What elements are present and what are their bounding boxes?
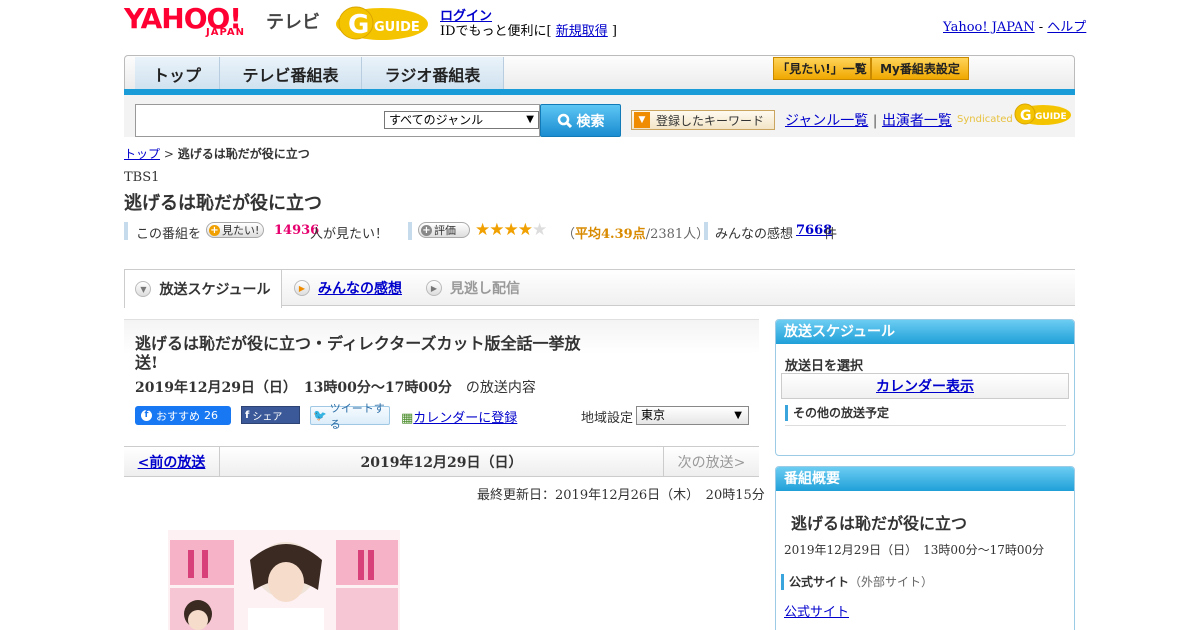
genre-select[interactable]: すべてのジャンル ▼: [384, 111, 539, 129]
gguide-logo[interactable]: G GUIDE: [334, 4, 432, 42]
nav-tab-tv-guide[interactable]: テレビ番組表: [220, 57, 362, 90]
event-title: 逃げるは恥だが役に立つ・ディレクターズカット版全話一挙放送!: [135, 334, 581, 372]
star-filled-icon: ★: [503, 220, 519, 240]
breadcrumb: トップ > 逃げるは恥だが役に立つ: [124, 147, 310, 161]
rating-stars: ★★★★★: [475, 220, 547, 240]
registered-keyword-button[interactable]: ▼ 登録したキーワード: [631, 110, 775, 130]
login-subtext: IDでもっと便利に[ 新規取得 ]: [440, 24, 617, 39]
help-link[interactable]: ヘルプ: [1047, 20, 1086, 35]
divider: [124, 222, 128, 240]
play-icon: ▶: [426, 280, 442, 296]
next-broadcast-link[interactable]: 次の放送>: [663, 447, 759, 476]
tab-schedule[interactable]: ▼ 放送スケジュール: [124, 270, 282, 308]
overview-date: 2019年12月29日（日） 13時00分～17時00分: [784, 543, 1045, 557]
facebook-icon: f: [245, 409, 250, 421]
sidebar-schedule-heading: 放送スケジュール: [776, 320, 1074, 344]
plus-icon: +: [209, 224, 220, 236]
divider: [704, 222, 708, 240]
facebook-icon: f: [141, 410, 152, 421]
prev-broadcast-link[interactable]: <前の放送: [124, 447, 220, 476]
rating-summary: （平均4.39点/2381人）: [562, 227, 710, 242]
register-link[interactable]: 新規取得: [556, 24, 608, 39]
star-filled-icon: ★: [489, 220, 504, 240]
this-program-label: この番組を: [136, 227, 202, 242]
last-updated: 最終更新日：2019年12月26日（木） 20時15分: [477, 488, 765, 503]
pager-current-date: 2019年12月29日（日）: [360, 454, 523, 471]
svg-text:G: G: [348, 10, 369, 40]
facebook-share-button[interactable]: f シェア: [241, 406, 300, 424]
play-icon: ▶: [294, 280, 310, 296]
divider: [785, 425, 1066, 426]
twitter-bird-icon: 🐦: [313, 409, 327, 422]
star-empty-icon: ★: [532, 220, 547, 240]
gguide-small-icon: Syndicated G GUIDE: [957, 103, 1071, 125]
gguide-logo-icon: G GUIDE: [336, 6, 428, 40]
program-stats: この番組を + 見たい! 14936 人が見たい！ + 評価 ★★★★★ （平均4.…: [124, 220, 924, 242]
program-poster-image: [168, 530, 400, 630]
mitai-suffix: 人が見たい！: [310, 227, 389, 242]
broadcast-pager: <前の放送 2019年12月29日（日） 次の放送>: [124, 446, 759, 477]
performer-list-link[interactable]: 出演者一覧: [882, 113, 952, 129]
breadcrumb-current: 逃げるは恥だが役に立つ: [177, 147, 310, 161]
event-date: 2019年12月29日（日） 13時00分～17時00分 の放送内容: [135, 380, 536, 396]
chevron-down-icon: ▼: [135, 281, 152, 297]
svg-text:Syndicated: Syndicated: [957, 114, 1013, 125]
tab-streaming[interactable]: ▶ 見逃し配信: [426, 270, 520, 306]
calendar-display-button[interactable]: カレンダー表示: [781, 373, 1069, 399]
tab-impressions[interactable]: ▶ みんなの感想: [294, 270, 402, 306]
rate-button[interactable]: + 評価: [418, 222, 470, 238]
mitai-button[interactable]: + 見たい!: [206, 222, 265, 238]
choose-date-label: 放送日を選択: [785, 359, 864, 374]
breadcrumb-top-link[interactable]: トップ: [124, 147, 160, 161]
mitai-list-button[interactable]: 「見たい!」一覧: [773, 57, 871, 80]
calendar-icon: ▦: [401, 411, 414, 426]
yahoo-japan-link[interactable]: Yahoo! JAPAN: [943, 20, 1035, 35]
other-schedule-heading: その他の放送予定: [785, 405, 889, 421]
yahoo-japan-logo-sub: JAPAN: [206, 27, 245, 38]
my-guide-settings-button[interactable]: My番組表設定: [871, 57, 969, 80]
region-label: 地域設定: [581, 411, 634, 426]
syndicated-gguide-logo: Syndicated G GUIDE: [957, 103, 1072, 129]
tweet-button[interactable]: 🐦 ツイートする: [310, 402, 390, 431]
page-title: 逃げるは恥だが役に立つ: [124, 193, 322, 214]
header-links: Yahoo! JAPAN - ヘルプ: [943, 20, 1087, 35]
dropdown-arrow-icon: ▼: [634, 112, 650, 128]
search-icon: [557, 113, 572, 128]
facebook-like-button[interactable]: f おすすめ 26: [135, 406, 231, 425]
svg-text:GUIDE: GUIDE: [1035, 112, 1067, 122]
chevron-down-icon: ▼: [734, 410, 742, 421]
star-filled-icon: ★: [517, 220, 533, 240]
impressions-suffix: 件: [824, 227, 838, 242]
nav-tab-radio-guide[interactable]: ラジオ番組表: [362, 57, 504, 90]
plus-icon: +: [421, 224, 432, 236]
impressions-label: みんなの感想: [715, 227, 794, 242]
sidebar-overview-heading: 番組概要: [776, 467, 1074, 491]
genre-list-link[interactable]: ジャンル一覧: [785, 113, 868, 129]
channel-name: TBS1: [124, 170, 160, 185]
divider: [408, 222, 412, 240]
search-button[interactable]: 検索: [540, 104, 621, 137]
poster-illustration: [168, 530, 400, 630]
region-select[interactable]: 東京 ▼: [636, 406, 749, 425]
official-site-link[interactable]: 公式サイト: [784, 601, 849, 620]
overview-title: 逃げるは恥だが役に立つ: [791, 514, 968, 533]
tv-logo-text: テレビ: [266, 12, 320, 33]
svg-text:G: G: [1020, 108, 1032, 124]
chevron-down-icon: ▼: [526, 114, 534, 125]
calendar-register[interactable]: ▦カレンダーに登録: [401, 407, 517, 426]
search-links: ジャンル一覧 | 出演者一覧: [785, 113, 952, 129]
svg-text:GUIDE: GUIDE: [374, 20, 420, 35]
star-filled-icon: ★: [475, 220, 490, 240]
official-site-heading: 公式サイト（外部サイト）: [781, 574, 933, 590]
nav-tab-top[interactable]: トップ: [135, 57, 220, 90]
program-tabs: ▼ 放送スケジュール ▶ みんなの感想 ▶ 見逃し配信: [124, 269, 1075, 308]
